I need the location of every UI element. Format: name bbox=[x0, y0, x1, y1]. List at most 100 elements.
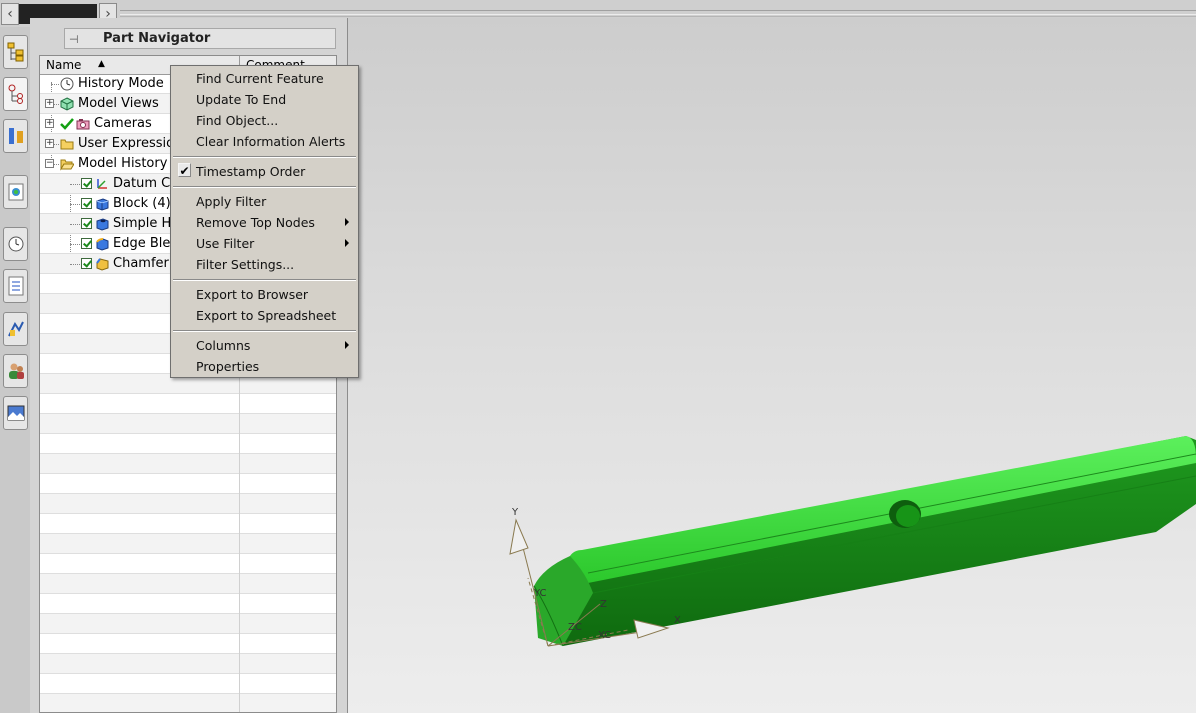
pin-icon[interactable]: ⊣ bbox=[69, 33, 79, 46]
empty-row bbox=[40, 654, 336, 674]
hole-icon bbox=[96, 218, 109, 231]
menu-separator bbox=[173, 156, 356, 158]
menu-item-columns[interactable]: Columns bbox=[172, 335, 357, 356]
chamfer-icon bbox=[96, 258, 109, 271]
menu-separator bbox=[173, 330, 356, 332]
scroll-left-button[interactable]: ‹ bbox=[1, 3, 19, 25]
folder-open-icon bbox=[60, 159, 74, 171]
submenu-arrow-icon bbox=[345, 218, 349, 226]
history-tab[interactable] bbox=[3, 227, 28, 261]
checkmark-icon: ✔ bbox=[178, 163, 191, 178]
roles-icon bbox=[8, 363, 24, 379]
expand-icon[interactable]: + bbox=[45, 119, 54, 128]
constraint-navigator-tab[interactable] bbox=[3, 119, 28, 153]
empty-row bbox=[40, 494, 336, 514]
scene-icon bbox=[7, 405, 24, 421]
reuse-library-tab[interactable] bbox=[3, 175, 28, 209]
visibility-checkbox[interactable] bbox=[81, 178, 92, 189]
menu-item-label: Update To End bbox=[196, 92, 287, 107]
menu-item-filter-settings[interactable]: Filter Settings... bbox=[172, 254, 357, 275]
empty-row bbox=[40, 434, 336, 454]
empty-row bbox=[40, 534, 336, 554]
part-navigator-icon bbox=[8, 84, 23, 104]
model-view[interactable]: Y YC Z ZC XC X bbox=[348, 18, 1196, 713]
empty-row bbox=[40, 514, 336, 534]
folder-icon bbox=[60, 139, 74, 150]
navigator-header: ⊣ Part Navigator bbox=[64, 28, 336, 49]
menu-item-properties[interactable]: Properties bbox=[172, 356, 357, 377]
clock-icon bbox=[60, 77, 74, 91]
sort-ascending-icon[interactable]: ▲ bbox=[98, 59, 105, 69]
assembly-navigator-icon bbox=[7, 42, 23, 62]
axis-label-xc: XC bbox=[598, 630, 611, 641]
menu-item-label: Remove Top Nodes bbox=[196, 215, 315, 230]
graphics-viewport[interactable]: Y YC Z ZC XC X bbox=[348, 18, 1196, 713]
axis-label-x: X bbox=[674, 615, 681, 626]
navigator-title: Part Navigator bbox=[103, 31, 211, 46]
green-bar-part[interactable] bbox=[533, 436, 1196, 647]
menu-item-label: Clear Information Alerts bbox=[196, 134, 346, 149]
menu-item-label: Use Filter bbox=[196, 236, 255, 251]
visibility-checkbox[interactable] bbox=[81, 238, 92, 249]
menu-separator bbox=[173, 186, 356, 188]
menu-item-update-to-end[interactable]: Update To End bbox=[172, 89, 357, 110]
clock-icon bbox=[8, 236, 23, 252]
submenu-arrow-icon bbox=[345, 341, 349, 349]
menu-item-label: Export to Browser bbox=[196, 287, 309, 302]
visibility-checkbox[interactable] bbox=[81, 258, 92, 269]
edge-blend-icon bbox=[96, 238, 109, 251]
system-materials-tab[interactable] bbox=[3, 269, 28, 303]
menu-item-remove-top-nodes[interactable]: Remove Top Nodes bbox=[172, 212, 357, 233]
menu-item-export-to-spreadsheet[interactable]: Export to Spreadsheet bbox=[172, 305, 357, 326]
menu-item-export-to-browser[interactable]: Export to Browser bbox=[172, 284, 357, 305]
tree-node-label: Block (4) bbox=[113, 196, 171, 211]
menu-item-clear-information-alerts[interactable]: Clear Information Alerts bbox=[172, 131, 357, 152]
expand-icon[interactable]: + bbox=[45, 99, 54, 108]
visibility-checkbox[interactable] bbox=[81, 218, 92, 229]
axis-label-z: Z bbox=[600, 599, 607, 610]
divider bbox=[120, 16, 1196, 17]
roles-tab[interactable] bbox=[3, 354, 28, 388]
tree-node-label: History Mode bbox=[78, 76, 164, 91]
menu-separator bbox=[173, 279, 356, 281]
datum-csys-icon bbox=[97, 179, 107, 189]
assembly-navigator-tab[interactable] bbox=[3, 35, 28, 69]
collapse-icon[interactable]: − bbox=[45, 159, 54, 168]
reuse-library-icon bbox=[8, 183, 23, 201]
empty-row bbox=[40, 454, 336, 474]
resource-bar bbox=[0, 27, 31, 713]
axis-label-y: Y bbox=[511, 507, 519, 518]
tree-node-label: Model Views bbox=[78, 96, 159, 111]
divider bbox=[120, 10, 1196, 15]
process-studio-tab[interactable] bbox=[3, 312, 28, 346]
model-views-icon bbox=[60, 97, 74, 111]
submenu-arrow-icon bbox=[345, 239, 349, 247]
camera-icon bbox=[76, 119, 90, 130]
empty-row bbox=[40, 414, 336, 434]
context-menu: Find Current Feature Update To End Find … bbox=[170, 65, 359, 378]
menu-item-label: Find Object... bbox=[196, 113, 279, 128]
axis-label-zc: ZC bbox=[568, 622, 582, 633]
menu-item-use-filter[interactable]: Use Filter bbox=[172, 233, 357, 254]
tree-node-label: Model History bbox=[78, 156, 168, 171]
menu-item-label: Properties bbox=[196, 359, 260, 374]
part-navigator-tab[interactable] bbox=[3, 77, 28, 111]
menu-item-find-object[interactable]: Find Object... bbox=[172, 110, 357, 131]
column-name-header[interactable]: Name bbox=[46, 58, 81, 72]
menu-item-find-current-feature[interactable]: Find Current Feature bbox=[172, 68, 357, 89]
empty-row bbox=[40, 594, 336, 614]
menu-item-timestamp-order[interactable]: ✔ Timestamp Order bbox=[172, 161, 357, 182]
menu-item-label: Columns bbox=[196, 338, 251, 353]
empty-row bbox=[40, 554, 336, 574]
menu-item-apply-filter[interactable]: Apply Filter bbox=[172, 191, 357, 212]
empty-row bbox=[40, 614, 336, 634]
empty-row bbox=[40, 674, 336, 694]
empty-row bbox=[40, 634, 336, 654]
empty-row bbox=[40, 694, 336, 712]
expand-icon[interactable]: + bbox=[45, 139, 54, 148]
axis-label-yc: YC bbox=[533, 588, 547, 599]
menu-item-label: Timestamp Order bbox=[196, 164, 306, 179]
system-scene-tab[interactable] bbox=[3, 396, 28, 430]
visibility-checkbox[interactable] bbox=[81, 198, 92, 209]
checkmark-icon bbox=[60, 118, 74, 130]
